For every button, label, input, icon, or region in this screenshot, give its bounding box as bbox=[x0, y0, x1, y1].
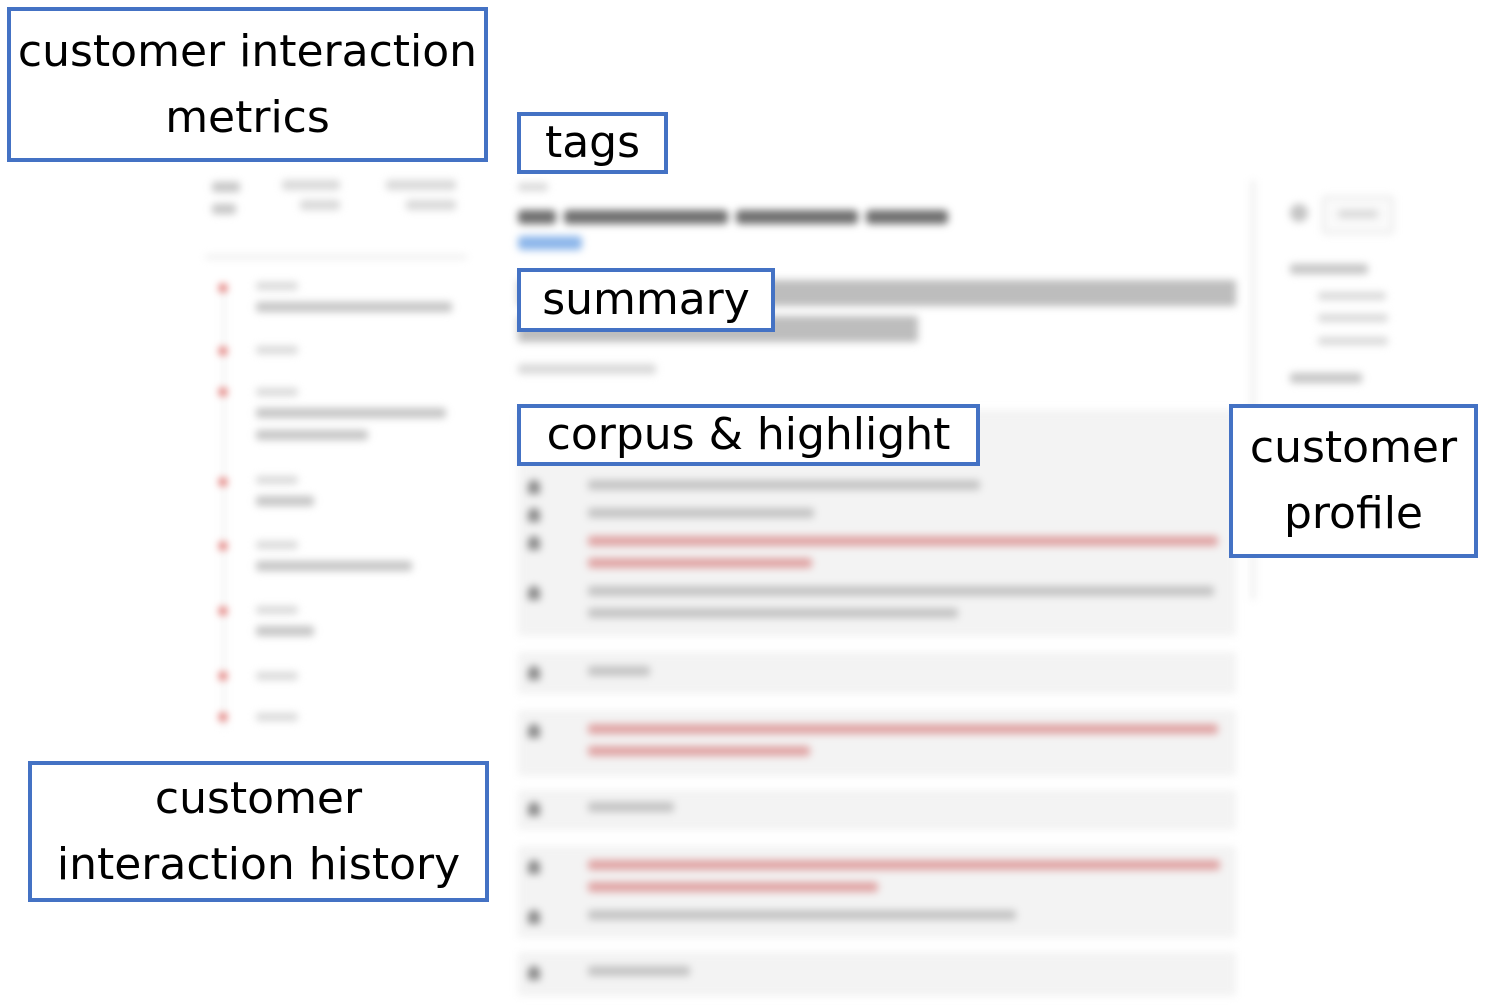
label-tags: tags bbox=[517, 112, 668, 174]
profile-item bbox=[1318, 314, 1388, 322]
tag-pill bbox=[518, 236, 582, 250]
corpus-highlight-line bbox=[588, 746, 810, 756]
person-icon bbox=[528, 536, 540, 550]
corpus-line bbox=[588, 910, 1016, 920]
corpus-line bbox=[588, 802, 674, 812]
avatar bbox=[1290, 204, 1308, 222]
label-customer-profile: customer profile bbox=[1229, 404, 1478, 558]
timeline-time bbox=[256, 672, 298, 680]
tag-pill bbox=[564, 210, 728, 224]
tag-pill bbox=[866, 210, 948, 224]
timeline-time bbox=[256, 476, 298, 484]
summary-timestamp bbox=[518, 364, 656, 374]
tag-pill bbox=[518, 210, 556, 224]
corpus-highlight-line bbox=[588, 882, 878, 892]
timeline-text bbox=[256, 496, 314, 506]
person-icon bbox=[528, 910, 540, 924]
label-text: corpus & highlight bbox=[546, 409, 951, 460]
corpus-line bbox=[588, 480, 980, 490]
metric-value bbox=[386, 180, 456, 190]
label-corpus-highlight: corpus & highlight bbox=[517, 404, 980, 466]
person-icon bbox=[528, 480, 540, 494]
timeline-time bbox=[256, 346, 298, 354]
timeline-dot bbox=[219, 284, 227, 292]
timeline-dot bbox=[219, 542, 227, 550]
timeline-time bbox=[256, 541, 298, 549]
label-text: tags bbox=[544, 117, 641, 168]
profile-heading bbox=[1290, 373, 1362, 383]
corpus-line bbox=[588, 666, 650, 676]
label-text: customer interaction metrics bbox=[17, 25, 478, 143]
metric-value bbox=[406, 200, 456, 210]
metrics-divider bbox=[205, 256, 467, 258]
timeline-time bbox=[256, 282, 298, 290]
profile-item bbox=[1318, 337, 1388, 345]
label-text: customer interaction history bbox=[56, 772, 461, 890]
person-icon bbox=[528, 802, 540, 816]
person-icon bbox=[528, 724, 540, 738]
timeline-text bbox=[256, 408, 446, 418]
timeline-dot bbox=[219, 672, 227, 680]
tag-pill bbox=[736, 210, 858, 224]
timeline-text bbox=[256, 626, 314, 636]
timeline-dot bbox=[219, 607, 227, 615]
metric-label bbox=[212, 204, 236, 214]
label-customer-interaction-history: customer interaction history bbox=[28, 761, 489, 902]
timeline-dot bbox=[219, 347, 227, 355]
label-text: summary bbox=[542, 274, 750, 325]
timeline-dot bbox=[219, 388, 227, 396]
timeline-dot bbox=[219, 713, 227, 721]
timeline-dot bbox=[219, 478, 227, 486]
person-icon bbox=[528, 508, 540, 522]
timeline-text bbox=[256, 302, 452, 312]
profile-item bbox=[1318, 292, 1386, 300]
timeline-text bbox=[256, 561, 412, 571]
person-icon bbox=[528, 860, 540, 874]
metric-value bbox=[300, 200, 340, 210]
label-summary: summary bbox=[517, 268, 775, 332]
timeline-time bbox=[256, 388, 298, 396]
corpus-highlight-line bbox=[588, 860, 1220, 870]
person-icon bbox=[528, 586, 540, 600]
timeline-text bbox=[256, 430, 368, 440]
corpus-highlight-line bbox=[588, 558, 812, 568]
corpus-highlight-line bbox=[588, 536, 1218, 546]
person-icon bbox=[528, 666, 540, 680]
profile-button-label bbox=[1338, 210, 1378, 218]
metric-label bbox=[212, 182, 240, 192]
label-customer-interaction-metrics: customer interaction metrics bbox=[7, 7, 488, 162]
person-icon bbox=[528, 966, 540, 980]
metric-value bbox=[282, 180, 340, 190]
profile-heading bbox=[1290, 264, 1368, 274]
tags-header bbox=[518, 183, 548, 191]
label-text: customer profile bbox=[1249, 422, 1458, 539]
timeline-time bbox=[256, 606, 298, 614]
timeline-time bbox=[256, 713, 298, 721]
corpus-line bbox=[588, 966, 690, 976]
corpus-line bbox=[588, 508, 814, 518]
corpus-block bbox=[518, 710, 1236, 776]
corpus-line bbox=[588, 608, 958, 618]
corpus-line bbox=[588, 586, 1214, 596]
corpus-highlight-line bbox=[588, 724, 1218, 734]
